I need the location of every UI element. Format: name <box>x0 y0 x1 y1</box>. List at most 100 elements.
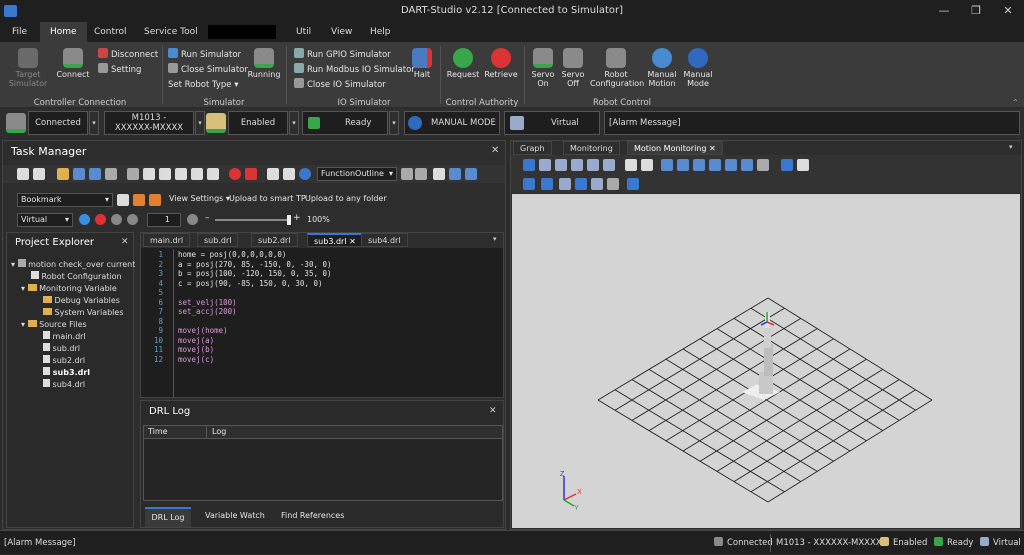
paste-icon[interactable] <box>159 168 171 180</box>
bookmark-select[interactable]: Bookmark ▾ <box>17 193 113 207</box>
tab-sub3-drl[interactable]: sub3.drl ✕ <box>307 233 363 247</box>
cut-icon[interactable] <box>127 168 139 180</box>
outline-icon[interactable] <box>433 168 445 180</box>
step-icon[interactable] <box>127 214 138 225</box>
restore-icon[interactable]: ❐ <box>966 4 986 18</box>
tab-sub2-drl[interactable]: sub2.drl <box>251 233 298 247</box>
outline-expand-icon[interactable] <box>449 168 461 180</box>
connect-button[interactable]: Connect <box>56 48 90 79</box>
copy-icon[interactable] <box>143 168 155 180</box>
speed-plus-button[interactable]: + <box>293 213 301 223</box>
menu-service-tool[interactable]: Service Tool <box>138 22 204 42</box>
tree-item-source-files[interactable]: ▾ Source Files <box>11 319 133 331</box>
running-button[interactable]: Running <box>246 48 282 79</box>
view-iso-icon[interactable] <box>741 159 753 171</box>
new-file-icon[interactable] <box>17 168 29 180</box>
ortho-icon[interactable] <box>797 159 809 171</box>
tab-drl-log[interactable]: DRL Log <box>145 507 191 527</box>
tree-item-debug-variables[interactable]: Debug Variables <box>11 295 133 307</box>
drl-log-close-icon[interactable]: ✕ <box>489 406 497 416</box>
run-simulator-button[interactable]: Run Simulator <box>168 48 241 62</box>
target-simulator-button[interactable]: Target Simulator <box>8 48 48 88</box>
tab-sub-drl[interactable]: sub.drl <box>197 233 239 247</box>
help-icon[interactable] <box>299 168 311 180</box>
indent-icon[interactable] <box>267 168 279 180</box>
tab-variable-watch[interactable]: Variable Watch <box>205 511 265 520</box>
code-area[interactable]: home = posj(0,0,0,0,0,0) a = posj(270, 8… <box>178 250 498 364</box>
breakpoint-icon[interactable] <box>229 168 241 180</box>
collapse-ribbon-icon[interactable]: ⌃ <box>1012 98 1019 107</box>
manual-mode-button[interactable]: Manual Mode <box>680 48 716 88</box>
rotate-tool-icon[interactable] <box>539 159 551 171</box>
bookmark-next-icon[interactable] <box>133 194 145 206</box>
minimize-icon[interactable]: — <box>934 4 954 18</box>
close-simulator-button[interactable]: Close Simulator <box>168 63 248 77</box>
tab-graph[interactable]: Graph <box>513 141 552 155</box>
open-folder-icon[interactable] <box>57 168 69 180</box>
tab-monitoring[interactable]: Monitoring <box>563 141 620 155</box>
speed-slider[interactable] <box>215 219 291 221</box>
replace-icon[interactable] <box>191 168 203 180</box>
sort-desc-icon[interactable] <box>415 168 427 180</box>
menu-control[interactable]: Control <box>88 22 133 42</box>
ready-dropdown[interactable]: ▾ <box>389 111 399 135</box>
halt-button[interactable]: Halt <box>408 48 436 79</box>
function-outline-select[interactable]: FunctionOutline ▾ <box>317 167 397 181</box>
enabled-dropdown[interactable]: ▾ <box>289 111 299 135</box>
run-gpio-simulator-button[interactable]: Run GPIO Simulator <box>294 48 391 62</box>
menu-home[interactable]: Home <box>40 22 87 42</box>
tree-item-sub2-drl[interactable]: sub2.drl <box>11 355 133 367</box>
zoom-icon[interactable] <box>571 159 583 171</box>
task-manager-close-icon[interactable]: ✕ <box>491 145 499 156</box>
upload-folder-button[interactable]: Upload to any folder <box>305 194 387 203</box>
fit-view-icon[interactable] <box>603 159 615 171</box>
perspective-icon[interactable] <box>781 159 793 171</box>
outline-collapse-icon[interactable] <box>465 168 477 180</box>
view-settings-dropdown[interactable]: View Settings ▾ <box>169 194 230 203</box>
model-dropdown[interactable]: ▾ <box>195 111 205 135</box>
view-options-icon[interactable] <box>757 159 769 171</box>
tree-item-robot-configuration[interactable]: Robot Configuration <box>11 271 133 283</box>
measure-icon[interactable] <box>625 159 637 171</box>
connected-dropdown[interactable]: ▾ <box>89 111 99 135</box>
view-right-icon[interactable] <box>709 159 721 171</box>
trajectory-icon[interactable] <box>541 178 553 190</box>
tab-list-dropdown-icon[interactable]: ▾ <box>493 235 497 243</box>
view-top-icon[interactable] <box>725 159 737 171</box>
select-tool-icon[interactable] <box>523 159 535 171</box>
sort-icon[interactable] <box>401 168 413 180</box>
close-icon[interactable]: ✕ <box>998 4 1018 18</box>
play-icon[interactable] <box>79 214 90 225</box>
upload-smart-tp-button[interactable]: Upload to smart TP <box>229 194 306 203</box>
tree-item-main-drl[interactable]: main.drl <box>11 331 133 343</box>
retrieve-button[interactable]: Retrieve <box>484 48 518 79</box>
stop-icon[interactable] <box>95 214 106 225</box>
tab-main-drl[interactable]: main.drl <box>143 233 191 247</box>
motion-3d-viewport[interactable]: Z X Y <box>512 194 1020 528</box>
tree-item-sub3-drl[interactable]: sub3.drl <box>11 367 133 379</box>
tcp-icon[interactable] <box>523 178 535 190</box>
tree-item-project[interactable]: ▾ motion check_over current <box>11 259 135 271</box>
servo-on-button[interactable]: Servo On <box>528 48 558 88</box>
menu-view[interactable]: View <box>325 22 358 42</box>
bookmark-prev-icon[interactable] <box>149 194 161 206</box>
tree-item-sub4-drl[interactable]: sub4.drl <box>11 379 133 391</box>
tab-sub4-drl[interactable]: sub4.drl <box>361 233 408 247</box>
step-input[interactable]: 1 <box>147 213 181 227</box>
view-front-icon[interactable] <box>661 159 673 171</box>
close-io-simulator-button[interactable]: Close IO Simulator <box>294 78 386 92</box>
save-all-icon[interactable] <box>89 168 101 180</box>
pause-icon[interactable] <box>111 214 122 225</box>
tree-item-sub-drl[interactable]: sub.drl <box>11 343 133 355</box>
pan-tool-icon[interactable] <box>555 159 567 171</box>
set-robot-type-dropdown[interactable]: Set Robot Type ▾ <box>168 78 239 92</box>
setting-button[interactable]: Setting <box>98 63 141 77</box>
display-options-icon[interactable] <box>607 178 619 190</box>
clear-breakpoint-icon[interactable] <box>245 168 257 180</box>
save-icon[interactable] <box>73 168 85 180</box>
new-icon[interactable] <box>33 168 45 180</box>
request-button[interactable]: Request <box>446 48 480 79</box>
run-modbus-simulator-button[interactable]: Run Modbus IO Simulator <box>294 63 415 77</box>
disconnect-button[interactable]: Disconnect <box>98 48 158 62</box>
project-explorer-close-icon[interactable]: ✕ <box>121 237 129 247</box>
